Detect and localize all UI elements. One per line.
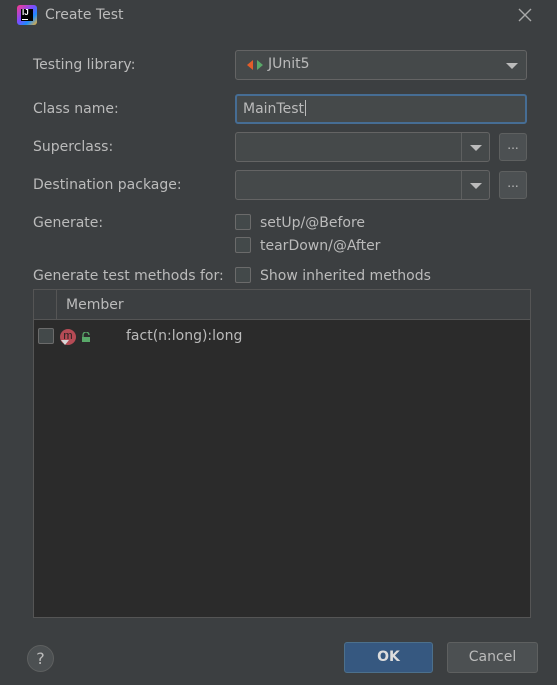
destination-package-browse-button[interactable]: ... (499, 171, 527, 199)
ok-button[interactable]: OK (344, 642, 433, 673)
superclass-label: Superclass: (33, 139, 114, 155)
destination-package-label: Destination package: (33, 177, 182, 193)
close-icon (518, 8, 532, 22)
destination-package-select[interactable] (235, 170, 490, 200)
table-header: Member (34, 290, 530, 320)
cancel-button[interactable]: Cancel (447, 642, 538, 673)
methods-for-label: Generate test methods for: (33, 268, 224, 284)
method-name: fact(n:long):long (126, 328, 243, 344)
junit-icon (247, 60, 263, 70)
chevron-down-icon (461, 171, 489, 199)
show-inherited-label[interactable]: Show inherited methods (260, 268, 431, 284)
member-checkbox[interactable] (38, 328, 54, 344)
title-bar: IJ Create Test (0, 0, 557, 32)
text-caret (305, 100, 306, 116)
members-table[interactable]: Member m fact(n:long):long (33, 289, 531, 618)
close-button[interactable] (514, 4, 536, 26)
intellij-logo-icon: IJ (17, 5, 37, 25)
testing-library-value: JUnit5 (268, 56, 310, 72)
chevron-down-icon (498, 51, 526, 79)
show-inherited-checkbox[interactable] (235, 267, 251, 283)
teardown-checkbox[interactable] (235, 237, 251, 253)
help-button[interactable]: ? (27, 645, 54, 672)
class-name-input[interactable]: MainTest (235, 94, 527, 124)
setup-checkbox[interactable] (235, 214, 251, 230)
superclass-select[interactable] (235, 132, 490, 162)
dialog-title: Create Test (45, 7, 124, 23)
generate-label: Generate: (33, 215, 104, 231)
superclass-browse-button[interactable]: ... (499, 133, 527, 161)
testing-library-select[interactable]: JUnit5 (235, 50, 527, 80)
class-name-value: MainTest (243, 101, 304, 117)
setup-label[interactable]: setUp/@Before (260, 215, 365, 231)
method-icon: m (60, 329, 76, 345)
member-column-header[interactable]: Member (66, 297, 124, 313)
public-lock-icon (82, 332, 90, 342)
chevron-down-icon (461, 133, 489, 161)
class-name-label: Class name: (33, 101, 119, 117)
testing-library-label: Testing library: (33, 57, 136, 73)
teardown-label[interactable]: tearDown/@After (260, 238, 380, 254)
